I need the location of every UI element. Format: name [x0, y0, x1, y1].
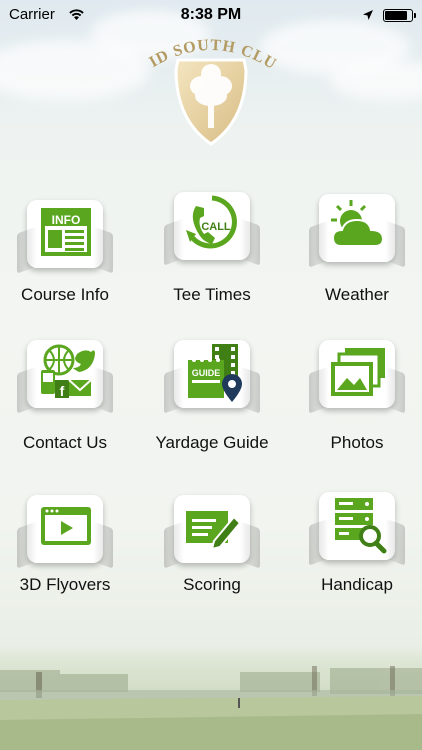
- call-icon-text: CALL: [201, 221, 231, 233]
- menu-contact-us[interactable]: f Contact Us: [0, 336, 135, 466]
- menu-weather[interactable]: Weather: [287, 190, 422, 320]
- clock-time: 8:38 PM: [180, 6, 242, 23]
- info-sheet-icon: INFO: [41, 208, 91, 256]
- menu-course-info[interactable]: INFO Course Info: [0, 196, 135, 326]
- social-contact-icon: f: [41, 344, 95, 399]
- menu-photos[interactable]: Photos: [287, 336, 422, 466]
- menu-label: Scoring: [183, 575, 241, 594]
- menu-label: Yardage Guide: [155, 433, 269, 452]
- battery-fill: [385, 11, 407, 20]
- guide-map-icon: GUIDE: [188, 344, 242, 402]
- video-player-icon: [41, 507, 91, 545]
- menu-label: Contact Us: [22, 433, 108, 452]
- photos-icon: [331, 348, 385, 396]
- menu-label: 3D Flyovers: [19, 575, 111, 594]
- menu-tee-times[interactable]: CALL Tee Times: [142, 188, 282, 318]
- menu-handicap[interactable]: Handicap: [287, 488, 422, 618]
- menu-scoring[interactable]: Scoring: [142, 491, 282, 621]
- menu-label: Tee Times: [173, 285, 251, 304]
- sun-cloud-icon: [331, 200, 385, 247]
- phone-call-icon: CALL: [186, 195, 237, 249]
- menu-yardage-guide[interactable]: GUIDE Yardage Guide: [142, 336, 282, 466]
- menu-label: Handicap: [321, 575, 393, 594]
- golf-course-landscape: [0, 660, 422, 750]
- menu-label: Weather: [325, 285, 389, 304]
- guide-icon-text: GUIDE: [192, 368, 221, 378]
- battery-icon: [383, 9, 416, 22]
- database-search-icon: [335, 498, 387, 554]
- svg-text:f: f: [60, 383, 65, 399]
- club-logo: MID SOUTH CLUB: [134, 30, 279, 146]
- menu-3d-flyovers[interactable]: 3D Flyovers: [0, 491, 135, 621]
- scorecard-pencil-icon: [186, 511, 242, 551]
- menu-label: Photos: [330, 433, 384, 452]
- info-icon-text: INFO: [52, 213, 81, 227]
- location-arrow-icon: [362, 8, 374, 25]
- menu-label: Course Info: [21, 285, 109, 304]
- status-bar: Carrier 8:38 PM: [0, 0, 422, 30]
